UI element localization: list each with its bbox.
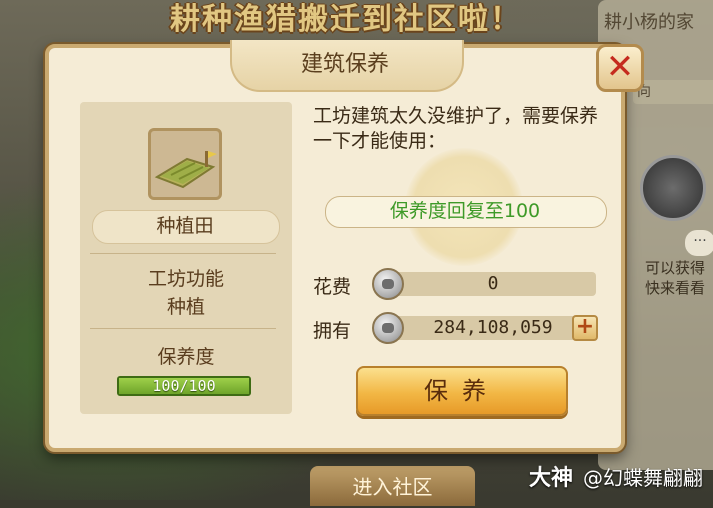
restore-target-text: 保养度回复至100	[389, 200, 541, 222]
owned-value: 284,108,059	[433, 317, 553, 338]
side-panel-button: 向	[633, 80, 713, 104]
owned-label: 拥有	[313, 320, 352, 342]
cost-value: 0	[487, 273, 499, 294]
enter-community-button[interactable]: 进入社区	[310, 466, 475, 506]
background-medal-icon	[640, 155, 706, 221]
dialog-title: 建筑保养	[300, 52, 389, 77]
building-name: 种植田	[156, 215, 214, 237]
close-icon: ✕	[605, 47, 635, 87]
close-button[interactable]: ✕	[596, 44, 644, 92]
divider	[90, 328, 276, 329]
event-banner: 耕种渔猎搬迁到社区啦！	[170, 2, 522, 37]
add-currency-button[interactable]: +	[572, 315, 598, 341]
silver-coin-icon	[372, 312, 404, 344]
function-value: 种植	[166, 296, 205, 318]
plus-icon: +	[575, 314, 595, 339]
silver-coin-icon	[372, 268, 404, 300]
maintenance-value: 100/100	[152, 377, 216, 395]
farm-field-icon	[148, 128, 222, 200]
side-panel-title: 耕小杨的家	[604, 12, 694, 33]
watermark: 大神 @幻蝶舞翩翩	[528, 466, 703, 491]
confirm-maintain-button[interactable]: 保养	[356, 366, 568, 416]
divider	[90, 253, 276, 254]
background-hint-text: 可以获得 快来看看	[645, 259, 706, 297]
maintenance-description: 工坊建筑太久没维护了，需要保养一下才能使用：	[313, 105, 599, 152]
ellipsis-icon: ···	[685, 230, 713, 256]
cost-label: 花费	[313, 276, 352, 298]
maintenance-progress-bar: 100/100	[117, 376, 251, 396]
maintenance-label: 保养度	[157, 346, 215, 368]
function-label: 工坊功能	[147, 268, 224, 290]
